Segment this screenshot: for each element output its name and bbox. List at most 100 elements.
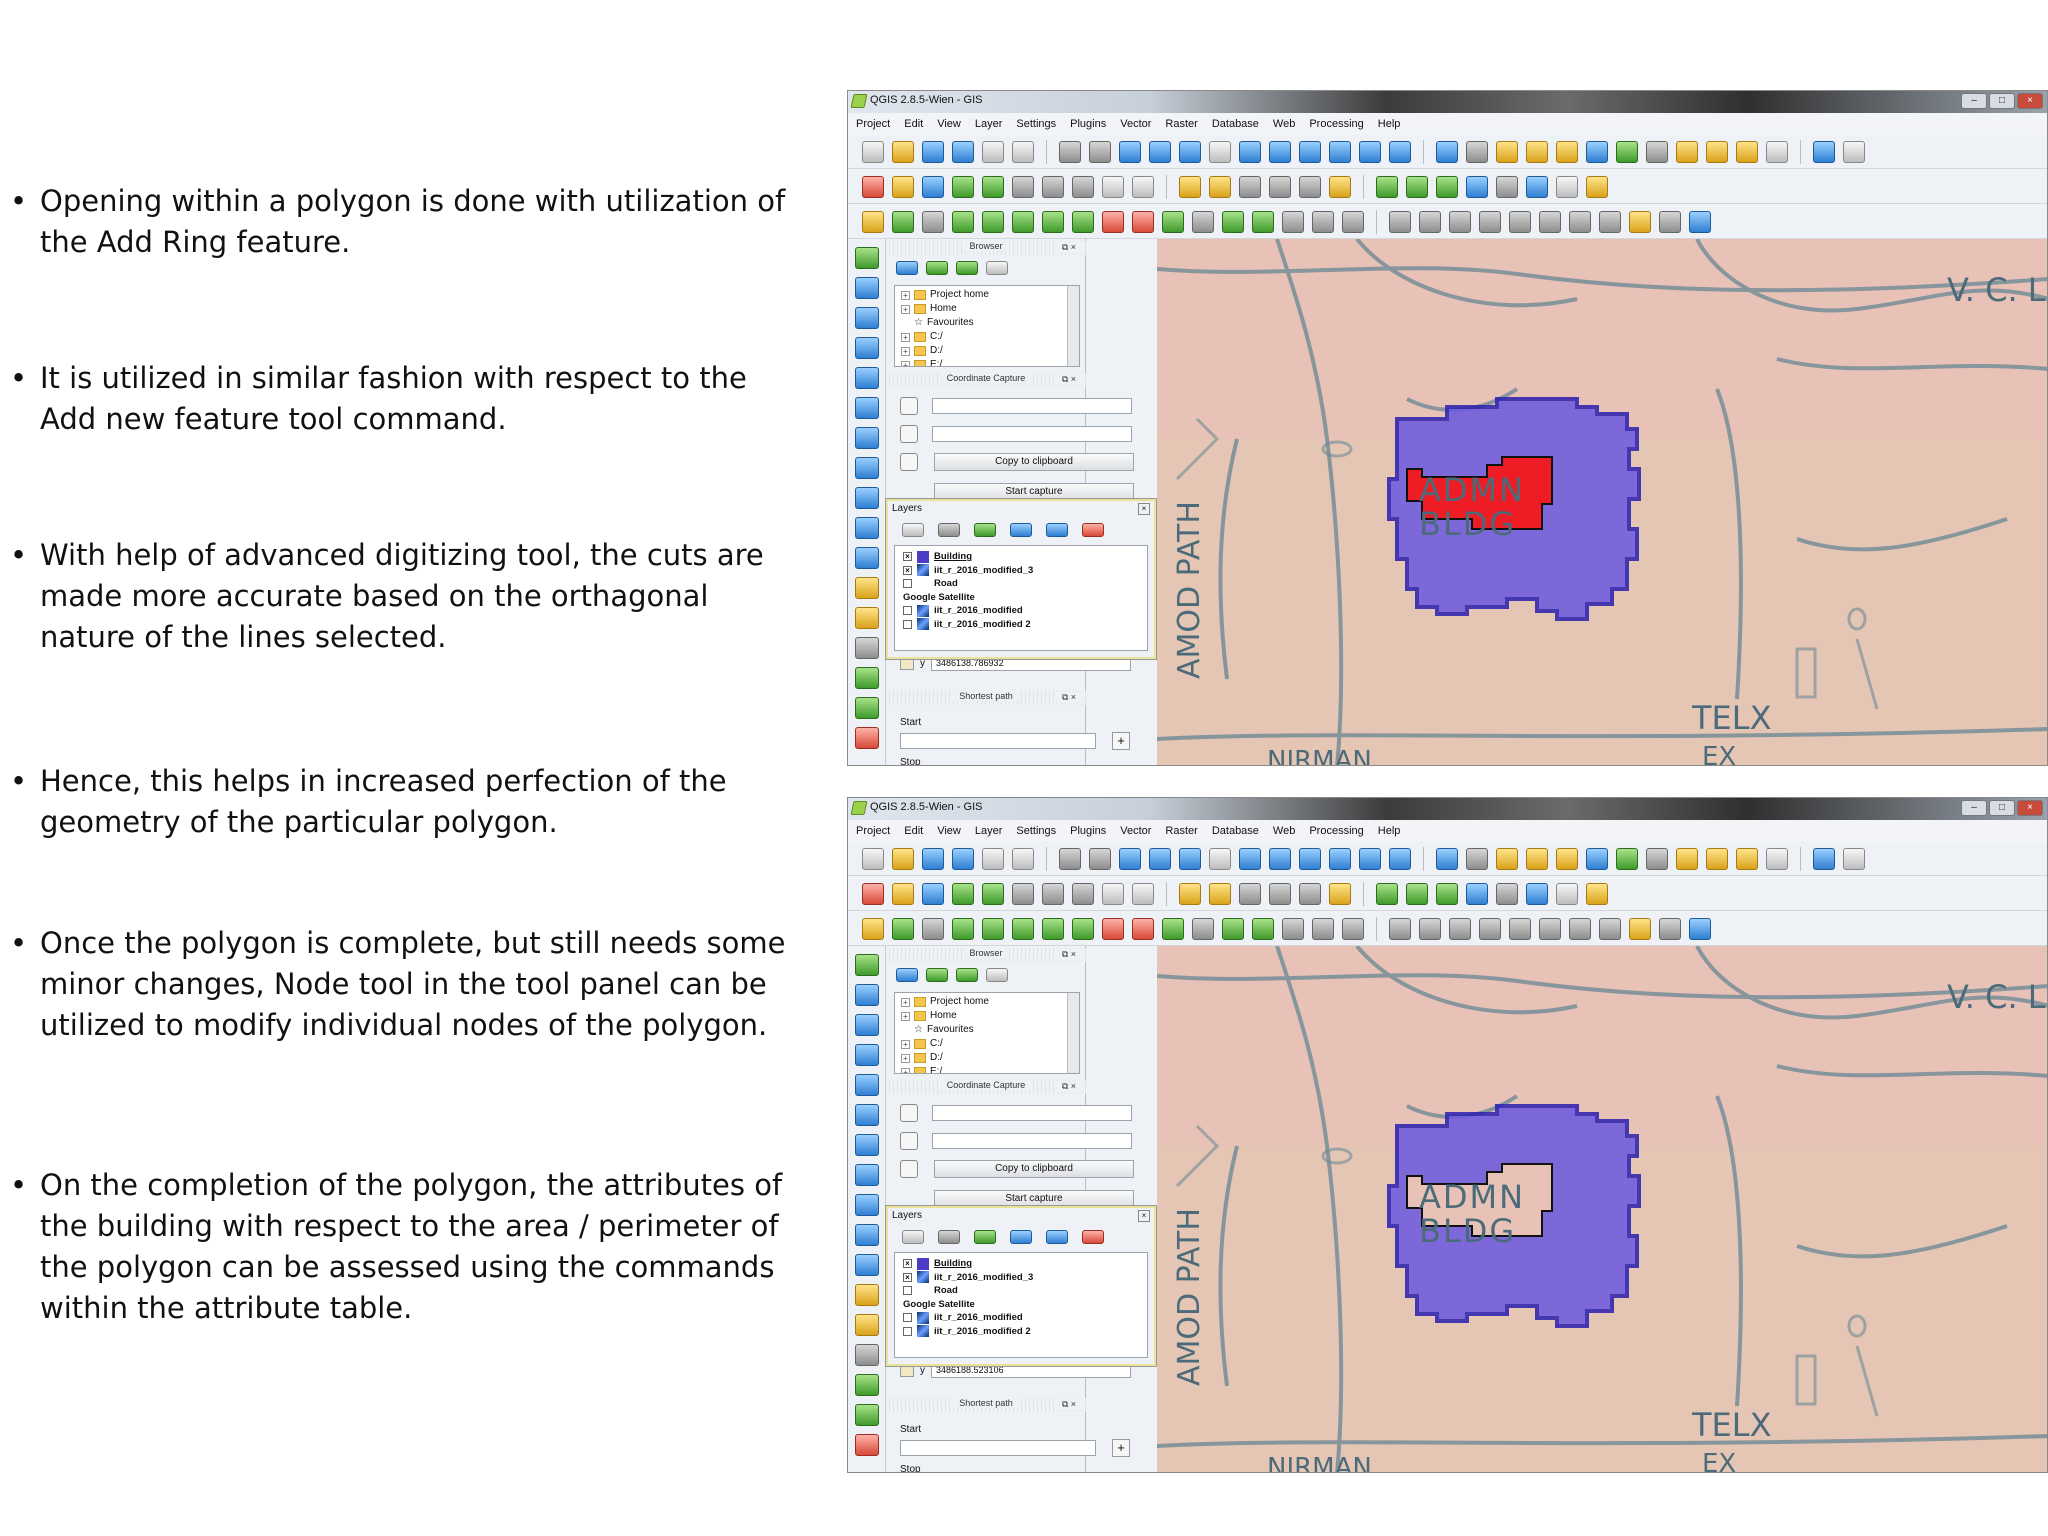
select-features-icon[interactable]: [1496, 140, 1518, 163]
new-shapefile-icon[interactable]: [854, 1284, 879, 1306]
add-postgis-layer-icon[interactable]: [854, 307, 879, 329]
add-selected-icon[interactable]: [926, 261, 948, 275]
move-label-icon[interactable]: [1269, 882, 1291, 905]
pin-labels-icon[interactable]: [1209, 175, 1231, 198]
add-spatialite-layer-icon[interactable]: [854, 1044, 879, 1066]
zoom-next-icon[interactable]: [1359, 140, 1381, 163]
menu-plugins[interactable]: Plugins: [1070, 118, 1106, 130]
menu-help[interactable]: Help: [1378, 118, 1401, 130]
copy-features-icon[interactable]: [1102, 882, 1124, 905]
menu-layer[interactable]: Layer: [975, 825, 1003, 837]
add-feature-icon[interactable]: [952, 882, 974, 905]
add-oracle-layer-icon[interactable]: [854, 397, 879, 419]
close-icon[interactable]: ×: [1138, 503, 1150, 515]
new-spatialite-icon[interactable]: [854, 607, 879, 629]
redo-icon[interactable]: [922, 917, 944, 940]
undo-icon[interactable]: [892, 210, 914, 233]
filter-icon[interactable]: [956, 261, 978, 275]
add-wms-layer-icon[interactable]: [854, 457, 879, 479]
fill-ring-icon[interactable]: [1072, 917, 1094, 940]
raster-stretch-icon[interactable]: [1419, 917, 1441, 940]
plugin-database-icon[interactable]: [1526, 175, 1548, 198]
csw-icon[interactable]: [1556, 175, 1578, 198]
zoom-out-icon[interactable]: [1179, 140, 1201, 163]
zoom-in-icon[interactable]: [1149, 140, 1171, 163]
coordinate-field-2[interactable]: [932, 1133, 1132, 1149]
delete-selected-icon[interactable]: [1042, 882, 1064, 905]
gps-icon[interactable]: [854, 697, 879, 719]
start-point-field[interactable]: [900, 733, 1096, 749]
add-spatialite-layer-icon[interactable]: [854, 337, 879, 359]
plugin-filter-icon[interactable]: [1466, 882, 1488, 905]
whats-this-icon[interactable]: [1843, 847, 1865, 870]
maximize-button[interactable]: □: [1989, 800, 2015, 816]
rotate-feature-icon[interactable]: [952, 210, 974, 233]
composer-manager-icon[interactable]: [1012, 140, 1034, 163]
pin-labels-icon[interactable]: [1209, 882, 1231, 905]
tree-scrollbar[interactable]: [1067, 993, 1079, 1073]
add-delimited-text-icon[interactable]: [854, 547, 879, 569]
print-composer-icon[interactable]: [982, 140, 1004, 163]
toggle-editing-icon[interactable]: [892, 882, 914, 905]
delete-ring-icon[interactable]: [1102, 210, 1124, 233]
add-selected-icon[interactable]: [926, 968, 948, 982]
coordinate-field-1[interactable]: [932, 398, 1132, 414]
rotate-point-symbols-icon[interactable]: [1342, 917, 1364, 940]
pan-to-selection-icon[interactable]: [1119, 847, 1141, 870]
menu-settings[interactable]: Settings: [1016, 118, 1056, 130]
tree-scrollbar[interactable]: [1067, 286, 1079, 366]
menu-database[interactable]: Database: [1212, 118, 1259, 130]
browser-tree[interactable]: + Project home + Home ☆ Favourites + C:/ + D:…: [894, 285, 1080, 367]
add-db2-layer-icon[interactable]: [854, 427, 879, 449]
crs-selector-icon[interactable]: [900, 1104, 918, 1122]
change-label-icon[interactable]: [1329, 175, 1351, 198]
show-bookmarks-icon[interactable]: [1736, 847, 1758, 870]
save-layer-edits-icon[interactable]: [922, 882, 944, 905]
tree-item[interactable]: + E:/: [901, 358, 1079, 366]
close-icon[interactable]: ×: [1138, 1210, 1150, 1222]
reshape-features-icon[interactable]: [1162, 210, 1184, 233]
menu-help[interactable]: Help: [1378, 825, 1401, 837]
panel-controls[interactable]: ⧉ ×: [1055, 949, 1082, 960]
remove-layer-icon[interactable]: [1082, 1230, 1104, 1244]
refresh-icon[interactable]: [1389, 140, 1411, 163]
layer-item[interactable]: iit_r_2016_modified: [903, 604, 1147, 618]
tree-item[interactable]: + E:/: [901, 1065, 1079, 1073]
statistics-icon[interactable]: [1659, 210, 1681, 233]
advanced-digitizing-icon[interactable]: [862, 917, 884, 940]
measure-icon[interactable]: [1646, 140, 1668, 163]
layer-item[interactable]: Google Satellite: [903, 591, 1147, 605]
increase-brightness-icon[interactable]: [1509, 917, 1531, 940]
grid-crs-icon[interactable]: [900, 425, 918, 443]
delete-part-icon[interactable]: [1132, 917, 1154, 940]
tree-item[interactable]: + Home: [901, 1009, 1079, 1023]
label-icon[interactable]: [1179, 175, 1201, 198]
raster-full-stretch-icon[interactable]: [1479, 917, 1501, 940]
merge-selected-icon[interactable]: [1282, 210, 1304, 233]
identify-icon[interactable]: [1436, 847, 1458, 870]
grid-icon[interactable]: [1599, 917, 1621, 940]
layer-checkbox[interactable]: [903, 1326, 912, 1336]
select-by-expression-icon[interactable]: [1556, 140, 1578, 163]
split-parts-icon[interactable]: [1252, 210, 1274, 233]
select-by-expression-icon[interactable]: [1556, 847, 1578, 870]
tree-item[interactable]: ☆ Favourites: [901, 1023, 1079, 1037]
grid-crs-icon[interactable]: [900, 1132, 918, 1150]
python-console-icon[interactable]: [1586, 882, 1608, 905]
tree-item[interactable]: + C:/: [901, 330, 1079, 344]
panel-controls[interactable]: ⧉ ×: [1055, 242, 1082, 253]
zoom-to-layer-icon[interactable]: [1299, 140, 1321, 163]
add-part-icon[interactable]: [1042, 210, 1064, 233]
add-raster-layer-icon[interactable]: [854, 984, 879, 1006]
new-spatialite-icon[interactable]: [854, 1314, 879, 1336]
current-edits-icon[interactable]: [862, 175, 884, 198]
new-bookmark-icon[interactable]: [1706, 847, 1728, 870]
add-mssql-layer-icon[interactable]: [854, 1074, 879, 1096]
help-icon[interactable]: [1813, 847, 1835, 870]
menu-project[interactable]: Project: [856, 825, 890, 837]
menu-processing[interactable]: Processing: [1309, 825, 1363, 837]
remove-layer-icon[interactable]: [1082, 523, 1104, 537]
split-features-icon[interactable]: [1222, 917, 1244, 940]
pan-icon[interactable]: [1089, 140, 1111, 163]
tree-item[interactable]: + Project home: [901, 995, 1079, 1009]
